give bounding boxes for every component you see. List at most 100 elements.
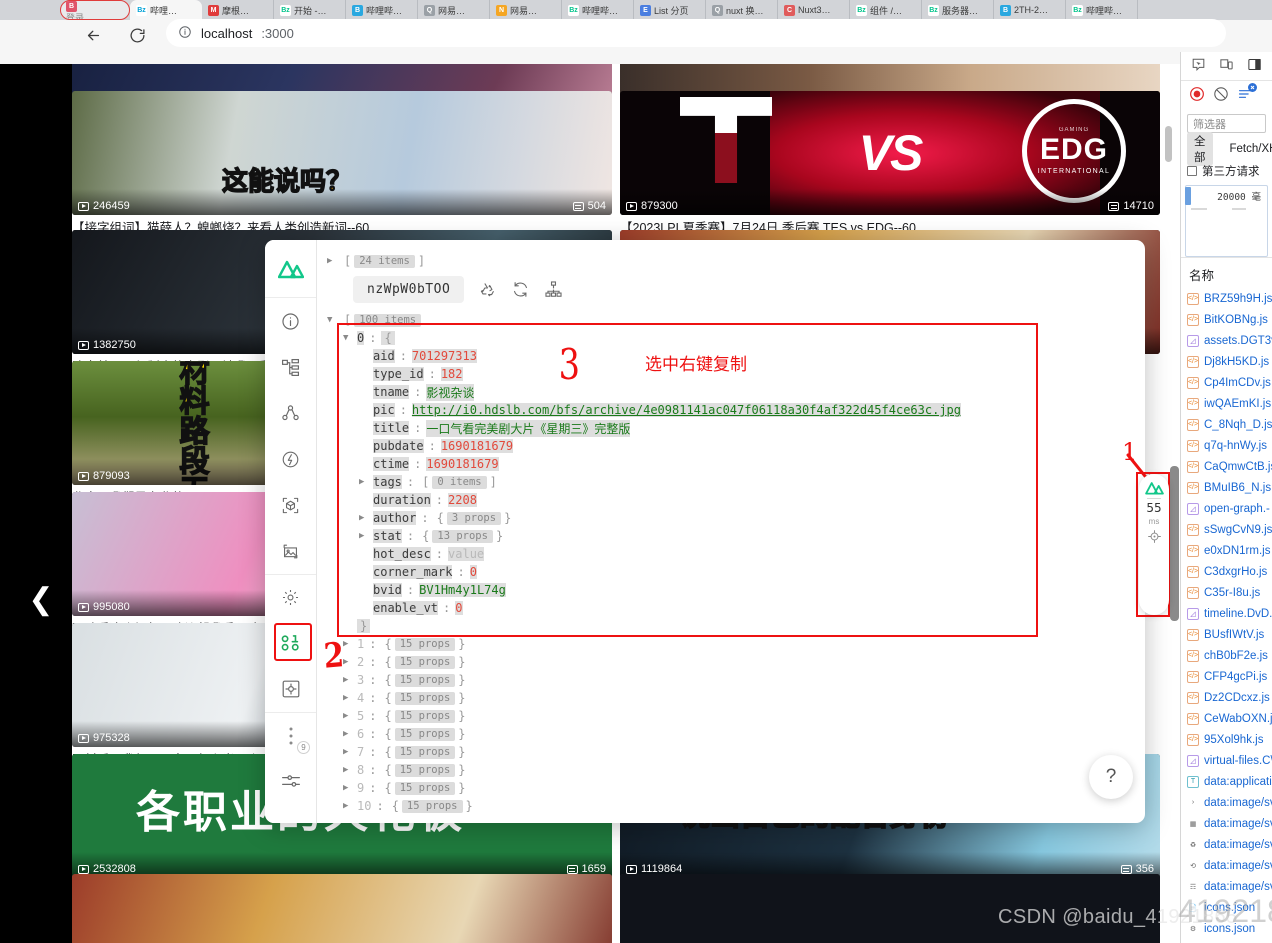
chevron-right-icon[interactable] [359,531,373,541]
prev-arrow-icon[interactable]: ❮ [28,580,54,620]
video-thumbnail[interactable]: VS GAMING EDG INTERNATIONAL 879300 14710 [620,91,1160,215]
filter-settings-icon[interactable] [1237,82,1257,105]
token-value[interactable]: nzWpW0bTOO [353,276,465,303]
request-row[interactable]: </> iwQAEmKI.js [1181,393,1272,414]
request-row[interactable]: </> sSwgCvN9.js [1181,519,1272,540]
request-row[interactable]: ◿ assets.DGT3v [1181,330,1272,351]
help-button[interactable]: ? [1089,755,1133,799]
request-row[interactable]: Tdata:applicati [1181,771,1272,792]
video-card[interactable]: 这能说吗？ 246459 504 【接字组词】猫薛人？蝗螂烧？来看人类创造新词--60 [72,91,612,237]
json-collapsed-row[interactable]: 8:{15 props} [327,761,1145,779]
record-icon[interactable] [1189,86,1205,105]
request-row[interactable]: </> Dz2CDcxz.js [1181,687,1272,708]
json-collapsed-row[interactable]: 7:{15 props} [327,743,1145,761]
device-toolbar-icon[interactable] [1219,57,1234,75]
flash-icon[interactable] [265,436,316,482]
request-row[interactable]: </> BRZ59h9H.js [1181,288,1272,309]
checkbox-icon[interactable] [1187,166,1197,176]
json-field-row[interactable]: duration:2208 [327,491,1145,509]
reload-icon[interactable] [122,20,152,50]
chevron-right-icon[interactable] [359,513,373,523]
request-row[interactable]: </> BitKOBNg.js [1181,309,1272,330]
request-row[interactable]: › data:image/sv [1181,792,1272,813]
browser-tab[interactable]: C Nuxt3… [778,0,850,20]
json-field-row[interactable]: hot_desc: value [327,545,1145,563]
browser-tab[interactable]: N 网易… [490,0,562,20]
chevron-right-icon[interactable] [343,693,357,703]
chevron-right-icon[interactable] [343,729,357,739]
request-row[interactable]: </> CaQmwCtB.js [1181,456,1272,477]
browser-tab[interactable]: Bz 开始 -… [274,0,346,20]
chevron-right-icon[interactable] [359,477,373,487]
crosshair-icon[interactable] [1147,529,1162,544]
request-row[interactable]: </> CeWabOXN.js [1181,708,1272,729]
json-field-row[interactable]: pic: http://i0.hdslb.com/bfs/archive/4e09… [327,401,1145,419]
chevron-down-icon[interactable] [343,333,357,343]
video-card[interactable] [72,874,612,943]
recycle-icon[interactable] [478,280,497,299]
request-row[interactable]: </> Cp4ImCDv.js [1181,372,1272,393]
graph-icon[interactable] [265,390,316,436]
request-row[interactable]: ◿ timeline.DvD. [1181,603,1272,624]
browser-tab[interactable]: Qnuxt 换… [706,0,778,20]
back-arrow-icon[interactable] [78,20,108,50]
settings-icon[interactable] [265,574,316,620]
json-field-row[interactable]: pubdate:1690181679 [327,437,1145,455]
browser-tab[interactable]: Bz 哔哩哔… [562,0,634,20]
chevron-right-icon[interactable] [343,675,357,685]
request-row[interactable]: </> chB0bF2e.js [1181,645,1272,666]
json-field-row[interactable]: corner_mark:0 [327,563,1145,581]
request-row[interactable]: </> C35r-I8u.js [1181,582,1272,603]
browser-tab[interactable]: M 摩根… [202,0,274,20]
chip-all[interactable]: 全部 [1187,132,1213,166]
json-array-row[interactable]: [100 items [327,311,1145,329]
chevron-right-icon[interactable] [343,639,357,649]
request-row[interactable]: ♻ data:image/sv [1181,834,1272,855]
chevron-right-icon[interactable] [343,747,357,757]
json-field-row[interactable]: tags:[0 items] [327,473,1145,491]
json-link-value[interactable]: http://i0.hdslb.com/bfs/archive/4e098114… [411,403,961,417]
json-collapsed-row[interactable]: 6:{15 props} [327,725,1145,743]
browser-tab[interactable]: Q 网易… [418,0,490,20]
video-thumbnail[interactable]: 这能说吗？ 246459 504 [72,91,612,215]
browser-tab[interactable]: Bz 哔哩… [130,0,202,20]
cube-icon[interactable] [265,482,316,528]
browser-tab[interactable]: Bz 组件 /… [850,0,922,20]
json-collapsed-row[interactable]: 5:{15 props} [327,707,1145,725]
json-field-row[interactable]: enable_vt:0 [327,599,1145,617]
chevron-right-icon[interactable] [343,711,357,721]
json-field-row[interactable]: bvid: BV1Hm4y1L74g [327,581,1145,599]
sitemap-icon[interactable] [544,280,563,299]
browser-tab[interactable]: Bz 服务器… [922,0,994,20]
refresh-icon[interactable] [511,280,530,299]
json-collapsed-row[interactable]: 2:{15 props} [327,653,1145,671]
address-bar[interactable]: localhost:3000 [166,19,1226,47]
json-collapsed-row[interactable]: 3:{15 props} [327,671,1145,689]
inspect-icon[interactable] [1191,57,1206,75]
request-row[interactable]: </> Dj8kH5KD.js [1181,351,1272,372]
chip-fetch-xhr[interactable]: Fetch/XHR [1223,142,1272,156]
browser-tab[interactable]: Bz 哔哩哔… [1066,0,1138,20]
json-collapsed-row[interactable]: 1:{15 props} [327,635,1145,653]
tree-icon[interactable] [265,344,316,390]
request-row[interactable]: ▦ data:image/sv [1181,813,1272,834]
json-object-header[interactable]: 0:{ [327,329,1145,347]
info-icon[interactable] [265,298,316,344]
browser-tab[interactable]: B 登录 [60,0,130,20]
video-thumbnail[interactable] [72,874,612,943]
json-field-row[interactable]: ctime:1690181679 [327,455,1145,473]
json-field-row[interactable]: tname: 影视杂谈 [327,383,1145,401]
panel-layout-icon[interactable] [1247,57,1262,75]
binary-icon[interactable] [265,620,316,666]
json-field-row[interactable]: author:{3 props} [327,509,1145,527]
json-collapsed-row[interactable]: 4:{15 props} [327,689,1145,707]
chevron-right-icon[interactable] [343,801,357,811]
clear-icon[interactable] [1213,86,1229,105]
json-field-row[interactable]: stat:{13 props} [327,527,1145,545]
request-row[interactable]: </> q7q-hnWy.js [1181,435,1272,456]
browser-tab[interactable]: B 哔哩哔… [346,0,418,20]
request-row[interactable]: </> C3dxgrHo.js [1181,561,1272,582]
json-collapsed-row[interactable]: 10:{15 props} [327,797,1145,815]
info-circle-icon[interactable] [178,25,192,42]
request-row[interactable]: </> 95Xol9hk.js [1181,729,1272,750]
